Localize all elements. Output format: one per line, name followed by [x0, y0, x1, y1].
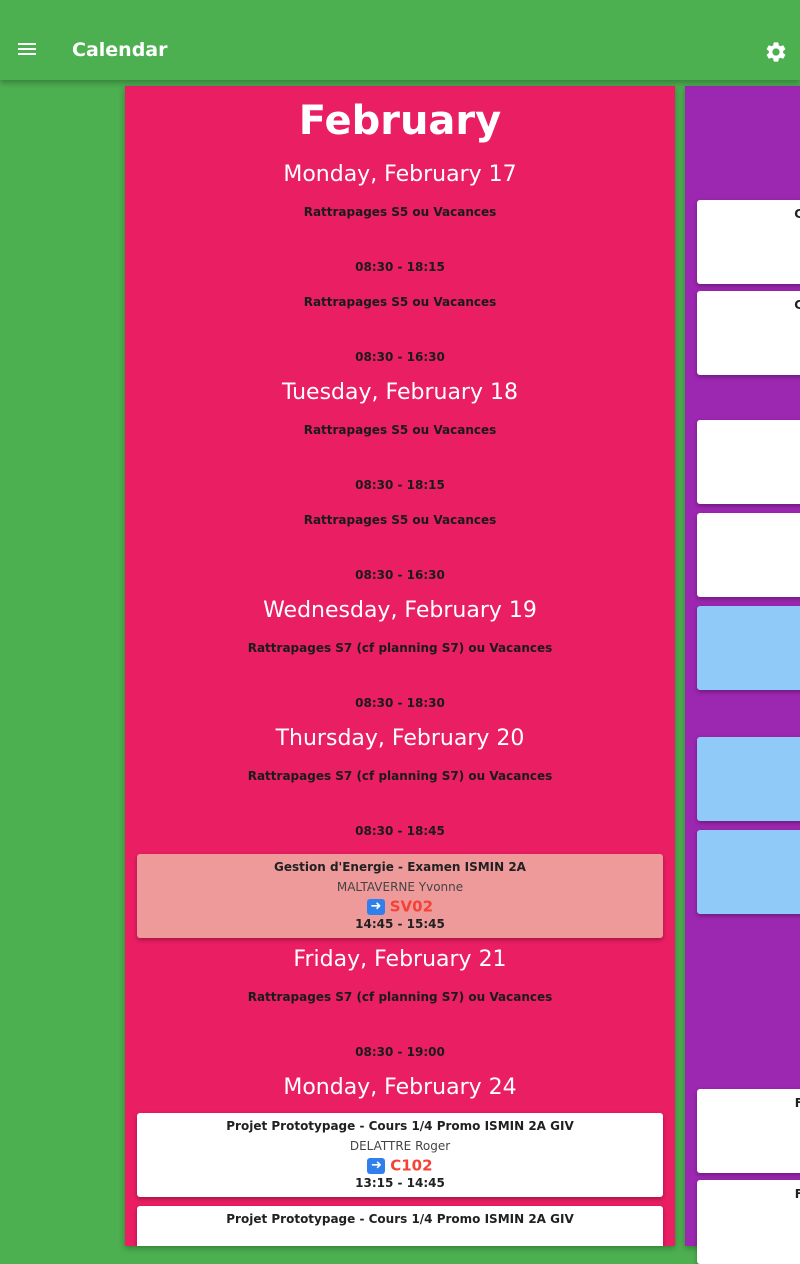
day-title: Tuesday, February 18: [282, 380, 518, 405]
event-card[interactable]: Projet Prototypage - Cours 1/4 Promo ISM…: [137, 1206, 663, 1246]
event-card[interactable]: C: [697, 200, 800, 284]
event-title: C: [794, 207, 800, 221]
day-title: Monday, February 17: [283, 162, 517, 187]
gear-icon[interactable]: [764, 40, 788, 64]
event-teacher: DELATTRE Roger: [349, 1139, 451, 1153]
day-title: Monday, February 24: [283, 1075, 517, 1100]
event-card[interactable]: C: [697, 291, 800, 375]
event-title: F: [794, 1096, 800, 1110]
event-title: Projet Prototypage - Cours 1/4 Promo ISM…: [226, 1119, 574, 1133]
event-room: SV02: [389, 897, 434, 916]
month-title: February: [298, 98, 502, 144]
arrow-right-icon: ➜: [366, 898, 385, 915]
event-card[interactable]: [697, 420, 800, 504]
event-room-line: ➜ C102: [137, 1156, 663, 1175]
arrow-right-icon: ➜: [367, 1157, 386, 1174]
event-card[interactable]: [697, 737, 800, 821]
event-time: 13:15 - 14:45: [355, 1176, 445, 1190]
all-day-label: Rattrapages S7 (cf planning S7) ou Vacan…: [247, 641, 553, 655]
event-title: F: [794, 1187, 800, 1201]
all-day-label: Rattrapages S5 ou Vacances: [303, 205, 497, 219]
all-day-time: 08:30 - 18:15: [355, 478, 445, 492]
event-card[interactable]: Gestion d'Energie - Examen ISMIN 2A MALT…: [137, 854, 663, 938]
all-day-label: Rattrapages S7 (cf planning S7) ou Vacan…: [247, 769, 553, 783]
all-day-label: Rattrapages S5 ou Vacances: [303, 423, 497, 437]
event-teacher: MALTAVERNE Yvonne: [336, 880, 464, 894]
event-room-line: ➜ SV02: [137, 897, 663, 916]
event-card[interactable]: Projet Prototypage - Cours 1/4 Promo ISM…: [137, 1113, 663, 1197]
all-day-time: 08:30 - 18:15: [355, 260, 445, 274]
month-card: February Monday, February 17 Rattrapages…: [125, 86, 675, 1246]
event-card[interactable]: F: [697, 1089, 800, 1173]
menu-icon[interactable]: [16, 40, 40, 64]
all-day-time: 08:30 - 16:30: [355, 568, 445, 582]
event-card[interactable]: [697, 606, 800, 690]
event-card[interactable]: [697, 513, 800, 597]
all-day-time: 08:30 - 19:00: [355, 1045, 445, 1059]
event-title: Projet Prototypage - Cours 1/4 Promo ISM…: [226, 1212, 574, 1226]
event-card[interactable]: F: [697, 1180, 800, 1264]
event-title: Gestion d'Energie - Examen ISMIN 2A: [274, 860, 526, 874]
day-title: Friday, February 21: [293, 947, 507, 972]
all-day-time: 08:30 - 18:45: [355, 824, 445, 838]
app-title: Calendar: [72, 39, 168, 61]
all-day-label: Rattrapages S7 (cf planning S7) ou Vacan…: [247, 990, 553, 1004]
all-day-label: Rattrapages S5 ou Vacances: [303, 295, 497, 309]
all-day-label: Rattrapages S5 ou Vacances: [303, 513, 497, 527]
day-title: Thursday, February 20: [275, 726, 525, 751]
next-month-card: C C F F: [685, 86, 800, 1264]
event-title: C: [794, 298, 800, 312]
event-room: C102: [390, 1156, 433, 1175]
event-card[interactable]: [697, 830, 800, 914]
all-day-time: 08:30 - 18:30: [355, 696, 445, 710]
day-title: Wednesday, February 19: [263, 598, 537, 623]
event-time: 14:45 - 15:45: [355, 917, 445, 931]
app-bar: Calendar: [0, 0, 800, 80]
all-day-time: 08:30 - 16:30: [355, 350, 445, 364]
